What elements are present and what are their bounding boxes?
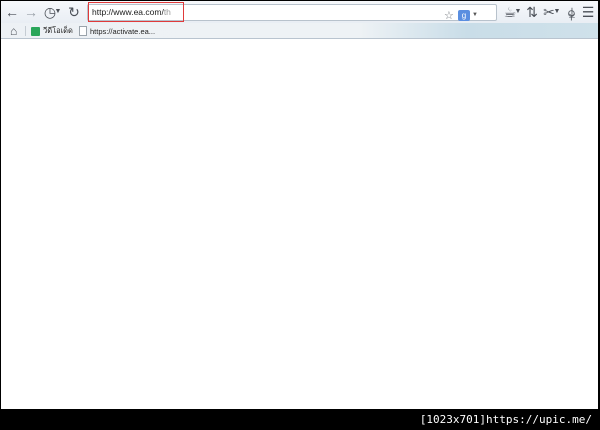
arrow-left-icon: ← [5, 4, 19, 20]
page-content [1, 40, 598, 409]
bookmarks-divider [25, 26, 26, 36]
green-favicon-icon [31, 26, 40, 36]
reload-icon: ↻ [68, 4, 80, 20]
watermark-text: [1023x701]https://upic.me/ [419, 413, 592, 426]
reload-button[interactable]: ↻ [67, 4, 81, 20]
back-button[interactable]: ← [5, 4, 19, 20]
bookmark-item[interactable]: วีดีโอเด็ด [31, 25, 73, 37]
chevron-down-icon: ▼ [514, 8, 522, 15]
arrows-icon: ⇅ [526, 4, 538, 20]
chevron-down-icon: ▼ [54, 8, 62, 15]
forward-button[interactable]: → [24, 4, 38, 20]
menu-button[interactable]: ☰ [581, 4, 595, 20]
page-favicon-icon [79, 26, 87, 36]
history-dropdown[interactable]: ▼ [54, 4, 62, 20]
bookmark-label: https://activate.ea... [90, 26, 156, 36]
screenshot-frame: ← → ◷ ▼ ↻ http://www.ea.com/th ☆ g ▼ ⚲ ☕… [0, 0, 600, 410]
google-search-icon[interactable]: g [458, 10, 470, 21]
browser-window: ← → ◷ ▼ ↻ http://www.ea.com/th ☆ g ▼ ⚲ ☕… [1, 1, 598, 409]
arrow-right-icon: → [24, 4, 38, 20]
chevron-down-icon[interactable]: ▼ [472, 12, 478, 18]
url-highlight-box [88, 2, 184, 22]
hamburger-menu-icon: ☰ [581, 4, 595, 20]
chevron-down-icon: ▼ [553, 8, 561, 15]
download-button[interactable]: ⤓ [565, 4, 579, 20]
bookmarks-toolbar: ⌂ วีดีโอเด็ด https://activate.ea... [1, 23, 598, 39]
sync-button[interactable]: ⇅ [525, 4, 539, 20]
bookmark-label: วีดีโอเด็ด [43, 26, 73, 35]
screenshot-tool-dropdown[interactable]: ▼ [553, 4, 561, 20]
download-icon: ⤓ [568, 4, 576, 20]
home-icon[interactable]: ⌂ [10, 24, 17, 38]
addon-dropdown[interactable]: ▼ [514, 4, 522, 20]
star-icon[interactable]: ☆ [444, 9, 454, 22]
bookmark-item[interactable]: https://activate.ea... [79, 25, 155, 37]
